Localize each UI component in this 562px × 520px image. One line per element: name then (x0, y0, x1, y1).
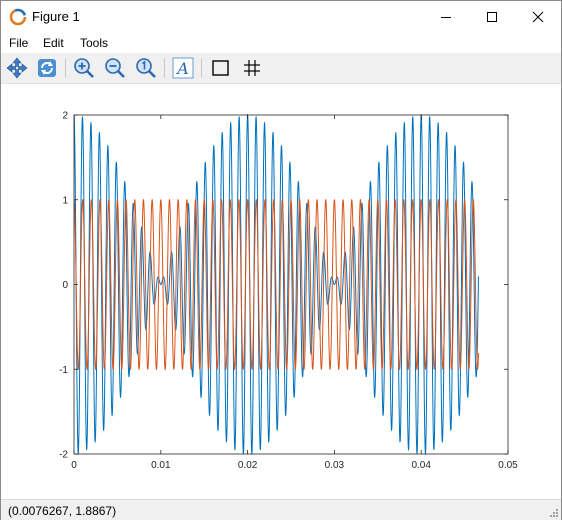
pan-icon (6, 57, 28, 79)
grid-button[interactable] (239, 55, 265, 81)
x-tick-label: 0.05 (498, 460, 518, 471)
menu-tools[interactable]: Tools (80, 36, 108, 50)
maximize-button[interactable] (469, 1, 515, 33)
window-title: Figure 1 (32, 9, 80, 24)
line-chart[interactable]: 0 0.01 0.02 0.03 0.04 0.05 2 1 0 -1 -2 (1, 84, 561, 499)
plot-canvas[interactable]: 0 0.01 0.02 0.03 0.04 0.05 2 1 0 -1 -2 (1, 84, 561, 499)
y-tick-label: -1 (59, 365, 68, 376)
minimize-button[interactable] (423, 1, 469, 33)
zoom-in-button[interactable] (71, 55, 97, 81)
resize-grip-icon[interactable] (549, 508, 559, 518)
insert-text-button[interactable]: A (170, 55, 196, 81)
x-tick-label: 0.01 (151, 460, 171, 471)
y-tick-label: 1 (62, 195, 68, 206)
toolbar-separator (201, 58, 202, 78)
toolbar-separator (65, 58, 66, 78)
status-bar: (0.0076267, 1.8867) (1, 499, 561, 520)
y-tick-label: -2 (59, 450, 68, 461)
x-tick-label: 0.04 (411, 460, 431, 471)
pointer-coordinates: (0.0076267, 1.8867) (8, 504, 117, 518)
zoom-reset-icon (136, 58, 156, 78)
axes-box-button[interactable] (208, 55, 234, 81)
rotate-icon (38, 59, 56, 77)
grid-icon (244, 60, 260, 76)
menu-bar: File Edit Tools (1, 33, 561, 53)
zoom-out-icon (105, 58, 125, 78)
x-tick-label: 0 (71, 460, 77, 471)
zoom-reset-button[interactable] (133, 55, 159, 81)
close-button[interactable] (515, 1, 561, 33)
x-tick-label: 0.03 (325, 460, 345, 471)
rotate-button[interactable] (34, 55, 60, 81)
y-tick-label: 0 (62, 280, 68, 291)
close-icon (532, 11, 544, 23)
zoom-out-button[interactable] (102, 55, 128, 81)
figure-window: Figure 1 File Edit Tools A 0 0.01 0.02 0… (0, 0, 562, 520)
figure-toolbar: A (1, 53, 561, 84)
menu-file[interactable]: File (9, 36, 28, 50)
title-bar[interactable]: Figure 1 (1, 1, 561, 33)
toolbar-separator (164, 58, 165, 78)
menu-edit[interactable]: Edit (43, 36, 64, 50)
text-insert-icon: A (172, 57, 194, 79)
minimize-icon (441, 17, 451, 18)
svg-text:A: A (175, 59, 189, 78)
zoom-in-icon (74, 58, 94, 78)
y-tick-label: 2 (62, 111, 68, 122)
octave-app-icon (9, 8, 27, 26)
pan-button[interactable] (4, 55, 30, 81)
axes-box-icon (212, 60, 229, 76)
maximize-icon (487, 12, 497, 22)
x-tick-label: 0.02 (238, 460, 258, 471)
